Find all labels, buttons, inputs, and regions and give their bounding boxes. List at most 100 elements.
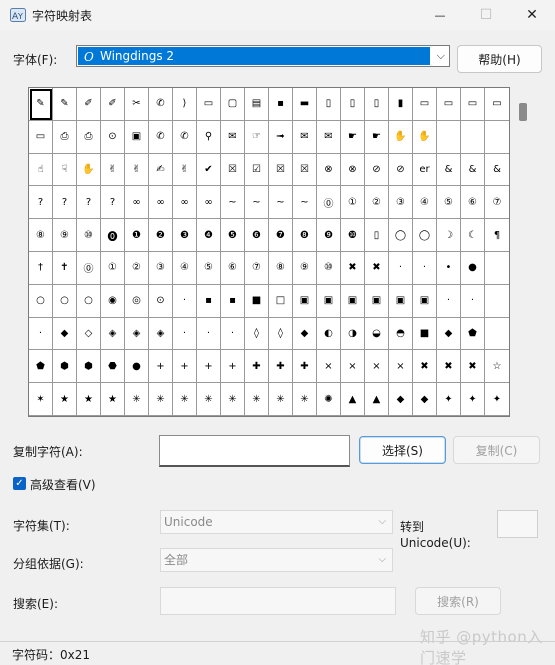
character-cell[interactable]: ☾ <box>461 219 485 252</box>
character-cell[interactable]: ⑥ <box>221 251 245 285</box>
character-cell[interactable]: ❿ <box>341 219 365 252</box>
character-cell[interactable]: ¶ <box>485 219 509 252</box>
character-cell[interactable]: ✳ <box>269 383 293 416</box>
character-cell[interactable]: ▯ <box>317 88 341 121</box>
character-cell[interactable]: ○ <box>77 284 101 318</box>
character-cell[interactable]: ❶ <box>125 219 149 252</box>
character-cell[interactable]: ⑤ <box>437 186 461 220</box>
character-cell[interactable]: ▤ <box>245 88 269 121</box>
character-cell[interactable]: ⬢ <box>53 350 77 384</box>
character-cell[interactable]: ⬟ <box>29 350 53 384</box>
character-cell[interactable]: ◆ <box>437 317 461 351</box>
character-cell[interactable]: ▲ <box>365 383 389 416</box>
character-cell[interactable]: ? <box>101 186 125 220</box>
character-cell[interactable]: ② <box>125 251 149 285</box>
character-cell[interactable]: ❾ <box>317 219 341 252</box>
character-cell[interactable]: · <box>29 317 53 351</box>
character-cell[interactable]: ✆ <box>173 120 197 154</box>
character-cell[interactable]: ▣ <box>389 284 413 318</box>
character-cell[interactable]: ✌ <box>101 153 125 187</box>
character-cell[interactable]: ✉ <box>221 120 245 154</box>
character-cell[interactable]: · <box>197 317 221 351</box>
character-cell[interactable]: ③ <box>149 251 173 285</box>
character-cell[interactable]: ◯ <box>413 219 437 252</box>
character-cell[interactable]: ◇ <box>77 317 101 351</box>
character-cell[interactable]: ⊗ <box>341 153 365 187</box>
character-cell[interactable]: ∞ <box>197 186 221 220</box>
character-cell[interactable]: ☞ <box>245 120 269 154</box>
character-cell[interactable]: ◊ <box>245 317 269 351</box>
character-cell[interactable]: ▪ <box>269 88 293 121</box>
character-cell[interactable]: ✳ <box>221 383 245 416</box>
character-cell[interactable]: ④ <box>413 186 437 220</box>
character-cell[interactable]: ❼ <box>269 219 293 252</box>
character-cell[interactable]: ★ <box>101 383 125 416</box>
character-cell[interactable]: ⓿ <box>101 219 125 252</box>
character-cell[interactable] <box>485 121 509 154</box>
character-cell[interactable]: ☆ <box>485 350 509 384</box>
character-cell[interactable]: ∞ <box>149 186 173 220</box>
character-cell[interactable]: ▣ <box>125 120 149 154</box>
help-button[interactable]: 帮助(H) <box>457 45 542 73</box>
character-cell[interactable]: ✌ <box>125 153 149 187</box>
character-cell[interactable]: ◑ <box>341 317 365 351</box>
chevron-down-icon[interactable]: ⌵ <box>437 49 445 63</box>
character-cell[interactable]: ⓪ <box>317 186 341 220</box>
grid-scrollbar-thumb[interactable] <box>519 103 527 121</box>
character-cell[interactable]: ✎ <box>29 88 53 121</box>
character-cell[interactable]: ⑥ <box>461 186 485 220</box>
character-cell[interactable]: ① <box>341 186 365 220</box>
character-cell[interactable]: ● <box>125 350 149 384</box>
character-cell[interactable]: × <box>341 350 365 384</box>
character-cell[interactable]: ⑩ <box>317 251 341 285</box>
character-cell[interactable]: ◆ <box>53 317 77 351</box>
minimize-button[interactable]: — <box>417 0 463 30</box>
character-cell[interactable]: ✖ <box>365 251 389 285</box>
character-cell[interactable]: ⎙ <box>53 120 77 154</box>
character-cell[interactable]: ❹ <box>197 219 221 252</box>
character-cell[interactable]: ◯ <box>389 219 413 252</box>
character-cell[interactable]: ☛ <box>341 120 365 154</box>
character-cell[interactable]: ❺ <box>221 219 245 252</box>
character-cell[interactable]: ✎ <box>53 88 77 121</box>
character-cell[interactable]: ▮ <box>389 88 413 121</box>
character-cell[interactable]: ⬣ <box>101 350 125 384</box>
character-cell[interactable]: ☽ <box>437 219 461 252</box>
character-cell[interactable]: ✋ <box>77 153 101 187</box>
character-cell[interactable]: ❷ <box>149 219 173 252</box>
character-grid[interactable]: ✎ ✎ ✐ ✐ ✂ ✆ ⟩ ▭ ▢ ▤ ▪ ▬ ▯ ▯ ▯ ▮ ▭ ▭ ▭ ▭ ▭ ⎙ ⎙ ⊙ ▣ ✆ ✆ ⚲ ✉ ☞ ➟ ✉ ✉ ☛ ☛ ✋ ✋ ☝ ☟ ✋… <box>28 87 510 417</box>
character-cell[interactable]: ▯ <box>365 219 389 252</box>
character-cell[interactable]: ☑ <box>245 153 269 187</box>
advanced-view-checkbox[interactable]: ✓ <box>13 477 26 490</box>
character-cell[interactable]: ▣ <box>365 284 389 318</box>
character-cell[interactable]: ◎ <box>125 284 149 318</box>
character-cell[interactable]: ▭ <box>437 88 461 121</box>
character-cell[interactable]: ✳ <box>125 383 149 416</box>
character-cell[interactable]: ⊗ <box>317 153 341 187</box>
character-cell[interactable]: ◆ <box>293 317 317 351</box>
character-cell[interactable]: ▢ <box>221 88 245 121</box>
character-cell[interactable]: □ <box>269 284 293 318</box>
character-cell[interactable]: ✍ <box>149 153 173 187</box>
character-cell[interactable] <box>485 285 509 318</box>
character-cell[interactable]: ❸ <box>173 219 197 252</box>
character-cell[interactable]: ✳ <box>173 383 197 416</box>
character-cell[interactable]: ⑦ <box>245 251 269 285</box>
character-cell[interactable]: ▭ <box>485 88 509 121</box>
character-cell[interactable]: ★ <box>53 383 77 416</box>
character-cell[interactable]: ② <box>365 186 389 220</box>
character-cell[interactable]: ⎙ <box>77 120 101 154</box>
character-cell[interactable]: · <box>437 284 461 318</box>
character-cell[interactable]: ▣ <box>341 284 365 318</box>
character-cell[interactable]: · <box>461 284 485 318</box>
character-cell[interactable]: ✦ <box>437 383 461 416</box>
character-cell[interactable]: ~ <box>221 186 245 220</box>
character-cell[interactable]: ☒ <box>269 153 293 187</box>
character-cell[interactable]: ~ <box>269 186 293 220</box>
character-cell[interactable]: ⊘ <box>365 153 389 187</box>
character-cell[interactable]: ◈ <box>149 317 173 351</box>
character-cell[interactable]: & <box>461 153 485 187</box>
character-cell[interactable]: ⟩ <box>173 88 197 121</box>
character-cell[interactable]: ✶ <box>29 383 53 416</box>
character-cell[interactable]: ✚ <box>269 350 293 384</box>
